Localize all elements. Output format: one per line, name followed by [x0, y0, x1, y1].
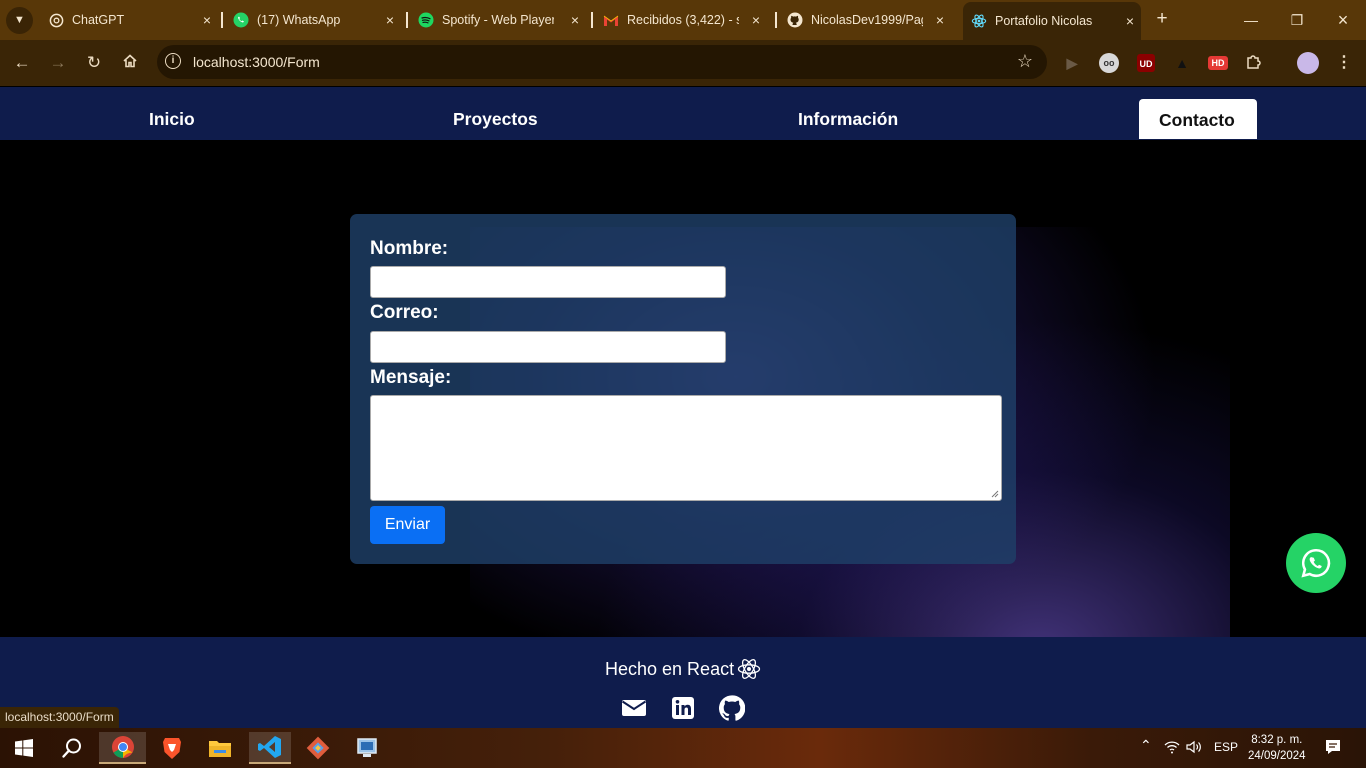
- react-icon: [737, 659, 761, 679]
- site-info-icon[interactable]: i: [165, 53, 181, 69]
- site-footer: Hecho en React: [0, 637, 1366, 728]
- system-clock[interactable]: 8:32 p. m. 24/09/2024: [1248, 732, 1306, 764]
- tab-separator: [591, 12, 593, 28]
- play-extension-icon[interactable]: ▶: [1062, 53, 1082, 73]
- volume-icon[interactable]: [1186, 740, 1202, 757]
- clock-date: 24/09/2024: [1248, 750, 1306, 762]
- tab-label: NicolasDev1999/Page: [811, 13, 923, 27]
- spotify-icon: [418, 12, 434, 28]
- extensions-puzzle-icon[interactable]: [1244, 53, 1264, 73]
- reload-icon[interactable]: ↻: [84, 53, 104, 73]
- page-content: Inicio Proyectos Información Contacto No…: [0, 87, 1366, 728]
- forward-icon[interactable]: →: [48, 53, 68, 73]
- vscode-icon[interactable]: [249, 732, 291, 764]
- tab-separator: [775, 12, 777, 28]
- chrome-icon[interactable]: [99, 732, 146, 764]
- link-status-bubble: localhost:3000/Form: [0, 707, 119, 728]
- tab-label: Recibidos (3,422) - se: [627, 13, 739, 27]
- close-icon[interactable]: ×: [383, 13, 397, 27]
- hd-extension-icon[interactable]: HD: [1208, 56, 1228, 70]
- gmail-icon: [603, 12, 619, 28]
- message-label: Mensaje:: [370, 367, 452, 388]
- email-label: Correo:: [370, 302, 439, 323]
- close-icon[interactable]: ×: [933, 13, 947, 27]
- ublock-icon[interactable]: UD: [1137, 54, 1155, 72]
- menu-dots-icon[interactable]: ⋮: [1334, 53, 1354, 73]
- windows-start-icon[interactable]: [4, 732, 44, 764]
- resize-handle-icon[interactable]: [991, 490, 999, 498]
- brave-icon[interactable]: [152, 732, 192, 764]
- remote-desktop-icon[interactable]: [347, 732, 387, 764]
- home-icon[interactable]: [120, 53, 140, 73]
- tab-whatsapp[interactable]: (17) WhatsApp ×: [233, 6, 401, 34]
- tab-gmail[interactable]: Recibidos (3,422) - se ×: [603, 6, 767, 34]
- tab-separator: [221, 12, 223, 28]
- browser-toolbar: ← → ↻ i localhost:3000/Form ☆ ▶ oo UD ▲ …: [0, 40, 1366, 86]
- tab-chatgpt[interactable]: ChatGPT ×: [48, 6, 218, 34]
- git-icon[interactable]: [298, 732, 338, 764]
- bookmark-star-icon[interactable]: ☆: [1017, 51, 1033, 72]
- tab-portafolio[interactable]: Portafolio Nicolas ×: [963, 2, 1141, 40]
- name-input[interactable]: [370, 266, 726, 298]
- whatsapp-icon: [233, 12, 249, 28]
- clock-time: 8:32 p. m.: [1251, 734, 1303, 746]
- extension-hat-icon[interactable]: ▲: [1172, 53, 1192, 73]
- minimize-icon[interactable]: —: [1241, 10, 1261, 30]
- address-bar[interactable]: i localhost:3000/Form ☆: [157, 45, 1047, 79]
- tab-label: ChatGPT: [72, 13, 125, 27]
- whatsapp-float-button[interactable]: [1286, 533, 1346, 593]
- whatsapp-icon: [1301, 548, 1331, 578]
- linkedin-icon[interactable]: [670, 695, 696, 721]
- notification-icon[interactable]: [1324, 738, 1342, 759]
- nav-proyectos[interactable]: Proyectos: [453, 109, 538, 130]
- tab-label: Spotify - Web Player:: [442, 13, 554, 27]
- close-icon[interactable]: ×: [749, 13, 763, 27]
- close-icon[interactable]: ×: [200, 13, 214, 27]
- tab-search-button[interactable]: ▼: [6, 7, 33, 34]
- back-icon[interactable]: ←: [12, 53, 32, 73]
- react-icon: [971, 13, 987, 29]
- submit-button[interactable]: Enviar: [370, 506, 445, 544]
- nav-inicio[interactable]: Inicio: [149, 109, 195, 130]
- chatgpt-icon: [48, 12, 64, 28]
- tab-label: Portafolio Nicolas: [995, 14, 1093, 28]
- screen: ▼ ChatGPT × (17) WhatsApp × Spotify - We…: [0, 0, 1366, 768]
- browser-tab-strip: ▼ ChatGPT × (17) WhatsApp × Spotify - We…: [0, 0, 1366, 40]
- tab-label: (17) WhatsApp: [257, 13, 341, 27]
- tab-separator: [406, 12, 408, 28]
- file-explorer-icon[interactable]: [200, 732, 240, 764]
- wifi-icon[interactable]: [1164, 740, 1180, 757]
- contact-form: Nombre: Correo: Mensaje: Enviar: [350, 214, 1016, 564]
- extension-icon[interactable]: oo: [1099, 53, 1119, 73]
- tab-github[interactable]: NicolasDev1999/Page ×: [787, 6, 951, 34]
- email-input[interactable]: [370, 331, 726, 363]
- restore-icon[interactable]: ❐: [1287, 10, 1307, 30]
- nav-informacion[interactable]: Información: [798, 109, 898, 130]
- name-label: Nombre:: [370, 238, 449, 259]
- close-window-icon[interactable]: ×: [1333, 10, 1353, 30]
- github-icon: [787, 12, 803, 28]
- message-textarea[interactable]: [370, 395, 1002, 501]
- new-tab-icon[interactable]: +: [1152, 9, 1172, 29]
- made-with-react-text: Hecho en React: [605, 659, 735, 679]
- close-icon[interactable]: ×: [1123, 14, 1137, 28]
- language-indicator[interactable]: ESP: [1214, 740, 1238, 754]
- nav-contacto[interactable]: Contacto: [1139, 99, 1257, 139]
- search-icon[interactable]: [52, 732, 92, 764]
- chevron-up-icon[interactable]: ⌃: [1140, 737, 1152, 754]
- github-icon[interactable]: [719, 695, 745, 721]
- profile-avatar[interactable]: [1297, 52, 1319, 74]
- close-icon[interactable]: ×: [568, 13, 582, 27]
- envelope-icon[interactable]: [621, 695, 647, 721]
- windows-taskbar: ⌃ ESP 8:32 p. m. 24/09/2024: [0, 728, 1366, 768]
- site-navbar: Inicio Proyectos Información Contacto: [0, 87, 1366, 140]
- tab-spotify[interactable]: Spotify - Web Player: ×: [418, 6, 586, 34]
- url-text: localhost:3000/Form: [193, 54, 320, 70]
